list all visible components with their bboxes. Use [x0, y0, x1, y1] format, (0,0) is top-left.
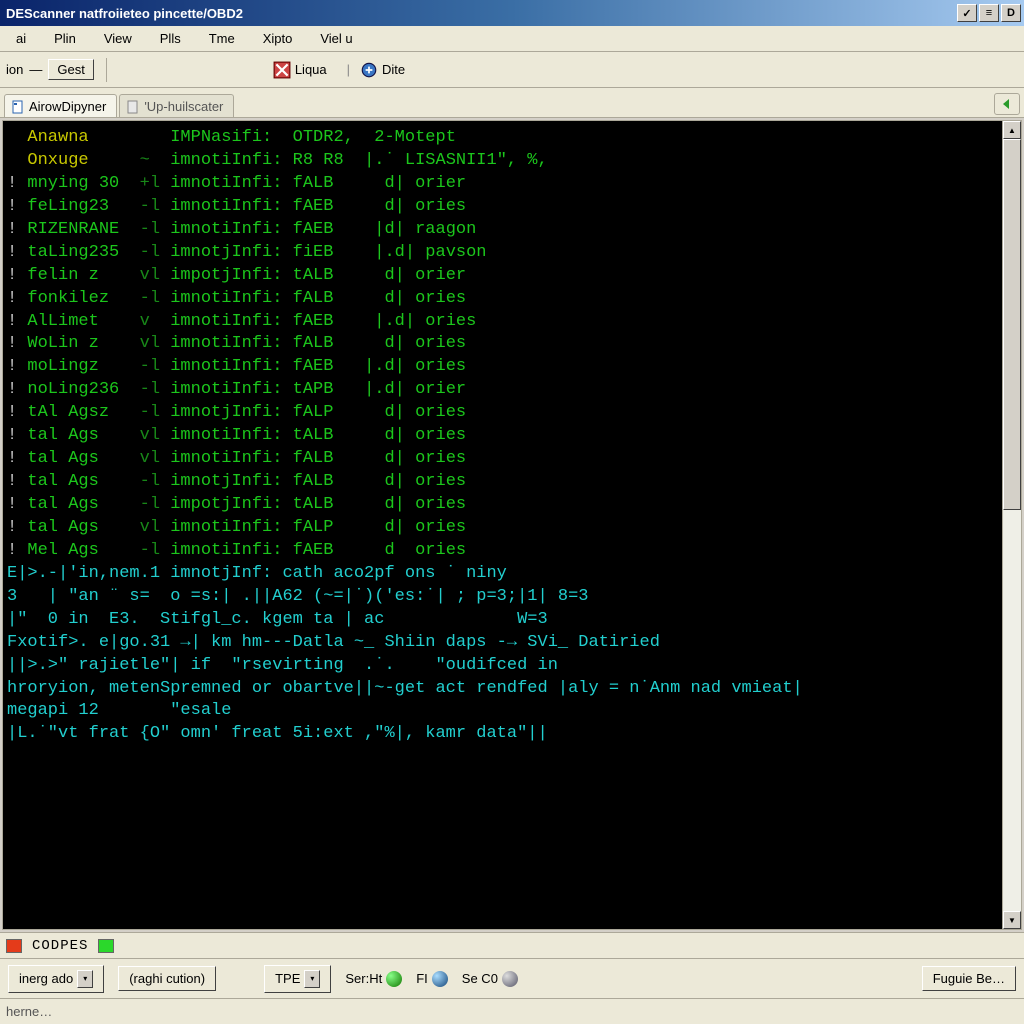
terminal-line: ! taLing235 -l imnotjInfi: fiEB |.d| pav…	[7, 242, 998, 265]
toolbar-dash: —	[29, 62, 42, 77]
menu-plin[interactable]: Plin	[42, 28, 88, 49]
serht-status: Ser:Ht	[345, 971, 402, 987]
scroll-up-button[interactable]: ▲	[1003, 121, 1021, 139]
tpe-combo[interactable]: TPE ▾	[264, 965, 331, 993]
liqua-icon	[273, 61, 291, 79]
terminal-output: Anawna IMPNasifi: OTDR2, 2-Motept Onxuge…	[3, 121, 1003, 929]
terminal-line: ! noLing236 -l imnotiInfi: tAPB |.d| ori…	[7, 379, 998, 402]
fugie-button[interactable]: Fuguie Be…	[922, 966, 1016, 991]
document-icon	[126, 100, 140, 114]
terminal-line: ! WoLin z vl imnotiInfi: fALB d| ories	[7, 333, 998, 356]
codpes-label: CODPES	[32, 938, 88, 954]
terminal-line: ! tal Ags -l impotjInfi: tALB d| ories	[7, 494, 998, 517]
liqua-button[interactable]: Liqua	[267, 59, 333, 81]
terminal-line: |" 0 in E3. Stifgl_c. kgem ta | ac W=3	[7, 609, 998, 632]
terminal-line: ! tal Ags vl imnotiInfi: fALB d| ories	[7, 448, 998, 471]
scroll-track[interactable]	[1003, 139, 1021, 911]
terminal-line: ! tal Ags vl imnotiInfi: fALP d| ories	[7, 517, 998, 540]
menu-tme[interactable]: Tme	[197, 28, 247, 49]
window-btn-3[interactable]: D	[1001, 4, 1021, 22]
terminal-line: ! feLing23 -l imnotiInfi: fAEB d| ories	[7, 196, 998, 219]
terminal-line: ! mnying 30 +l imnotiInfi: fALB d| orier	[7, 173, 998, 196]
fi-status: FI	[416, 971, 448, 987]
toolbar-left-group: ion — Gest	[6, 59, 94, 80]
chevron-down-icon: ▾	[304, 970, 320, 988]
terminal-line: E|>.-|'in,nem.1 imnotjInf: cath aco2pf o…	[7, 563, 998, 586]
toolbar-sep	[106, 58, 107, 82]
raghi-button[interactable]: (raghi cution)	[118, 966, 216, 991]
terminal-line: Onxuge ~ imnotiInfi: R8 R8 |.˙ LISASNII1…	[7, 150, 998, 173]
gest-button[interactable]: Gest	[48, 59, 93, 80]
terminal-line: ! fonkilez -l imnotiInfi: fALB d| ories	[7, 288, 998, 311]
terminal-line: Fxotif>. e|go.31 →| km hm---Datla ~_ Shi…	[7, 632, 998, 655]
terminal-line: ! felin z vl impotjInfi: tALB d| orier	[7, 265, 998, 288]
window-btn-2[interactable]: ≡	[979, 4, 999, 22]
address-input[interactable]	[6, 1004, 306, 1019]
vertical-scrollbar[interactable]: ▲ ▼	[1003, 121, 1021, 929]
status-bar-codes: CODPES	[0, 932, 1024, 958]
terminal-line: hroryion, metenSpremned or obartve||~-ge…	[7, 678, 998, 701]
refresh-icon[interactable]	[432, 971, 448, 987]
status-bar-controls: inerg ado ▾ (raghi cution) TPE ▾ Ser:Ht …	[0, 958, 1024, 998]
terminal-line: ! tal Ags vl imnotiInfi: tALB d| ories	[7, 425, 998, 448]
terminal-line: ! moLingz -l imnotiInfi: fAEB |.d| ories	[7, 356, 998, 379]
inerg-combo[interactable]: inerg ado ▾	[8, 965, 104, 993]
window-title: DEScanner natfroiieteo pincette/OBD2	[6, 6, 243, 21]
chevron-down-icon: ▾	[77, 970, 93, 988]
tab-airowdipyner[interactable]: AirowDipyner	[4, 94, 117, 117]
menu-view[interactable]: View	[92, 28, 144, 49]
terminal-line: ! tAl Agsz -l imnotjInfi: fALP d| ories	[7, 402, 998, 425]
nav-back-button[interactable]	[994, 93, 1020, 115]
window-btn-1[interactable]: ✓	[957, 4, 977, 22]
tab-uphuilscater[interactable]: 'Up-huilscater	[119, 94, 234, 117]
menu-ai[interactable]: ai	[4, 28, 38, 49]
status-ok-icon	[386, 971, 402, 987]
toolbar: ion — Gest Liqua Dite	[0, 52, 1024, 88]
arrow-left-icon	[1000, 97, 1014, 111]
menu-xipto[interactable]: Xipto	[251, 28, 305, 49]
title-bar: DEScanner natfroiieteo pincette/OBD2 ✓ ≡…	[0, 0, 1024, 26]
terminal-line: ! RIZENRANE -l imnotiInfi: fAEB |d| raag…	[7, 219, 998, 242]
dite-icon	[360, 61, 378, 79]
terminal-line: ! Mel Ags -l imnotiInfi: fAEB d ories	[7, 540, 998, 563]
gear-icon[interactable]	[502, 971, 518, 987]
content-area: Anawna IMPNasifi: OTDR2, 2-Motept Onxuge…	[2, 120, 1022, 930]
dite-button[interactable]: Dite	[341, 59, 412, 81]
terminal-line: ! tal Ags -l imnotjInfi: fALB d| ories	[7, 471, 998, 494]
menu-bar: ai Plin View Plls Tme Xipto Viel u	[0, 26, 1024, 52]
tab-bar: AirowDipyner 'Up-huilscater	[0, 88, 1024, 118]
terminal-line: ! AlLimet v imnotiInfi: fAEB |.d| ories	[7, 311, 998, 334]
menu-plls[interactable]: Plls	[148, 28, 193, 49]
terminal-line: ||>.>" rajietle"| if "rsevirting .˙. "ou…	[7, 655, 998, 678]
led-red-icon	[6, 939, 22, 953]
window-buttons: ✓ ≡ D	[957, 4, 1021, 22]
terminal-line: |L.˙"vt frat {O" omn' freat 5i:ext ,"%|,…	[7, 723, 998, 746]
menu-vielu[interactable]: Viel u	[308, 28, 364, 49]
address-bar	[0, 998, 1024, 1024]
scroll-thumb[interactable]	[1003, 139, 1021, 510]
toolbar-ion: ion	[6, 62, 23, 77]
seco-status: Se C0	[462, 971, 518, 987]
terminal-line: 3 | "an ¨ s= o =s:| .||A62 (~=|˙)('es:˙|…	[7, 586, 998, 609]
document-icon	[11, 100, 25, 114]
led-green-icon	[98, 939, 114, 953]
terminal-line: Anawna IMPNasifi: OTDR2, 2-Motept	[7, 127, 998, 150]
terminal-line: megapi 12 "esale	[7, 700, 998, 723]
scroll-down-button[interactable]: ▼	[1003, 911, 1021, 929]
